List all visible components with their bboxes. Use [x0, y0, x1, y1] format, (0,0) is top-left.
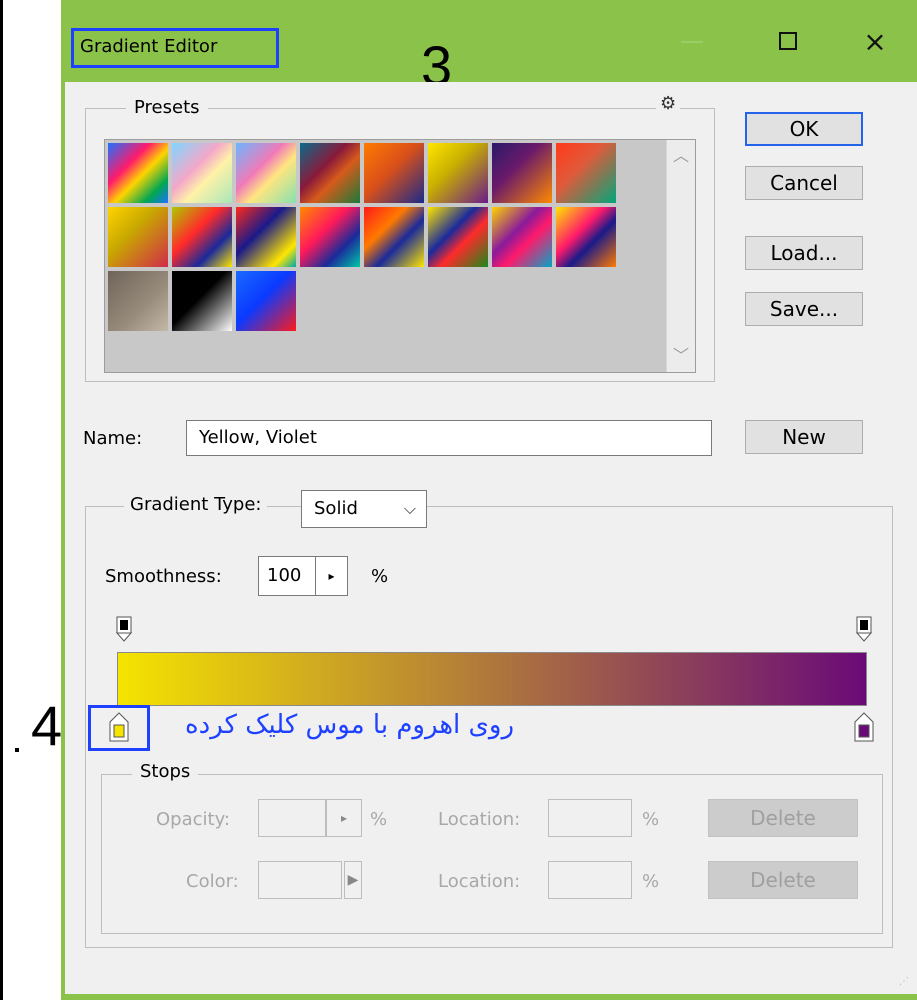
preset-swatch[interactable]: [235, 206, 297, 268]
gradient-preview-bar[interactable]: [117, 652, 867, 706]
presets-scrollbar[interactable]: ︿ ﹀: [666, 140, 695, 372]
load-button[interactable]: Load...: [745, 236, 863, 270]
swatch-grid: [107, 142, 667, 338]
presets-group: Presets ⚙ ︿ ﹀: [85, 93, 715, 382]
preset-swatch[interactable]: [491, 206, 553, 268]
preset-swatch[interactable]: [427, 206, 489, 268]
preset-swatch[interactable]: [171, 206, 233, 268]
smoothness-label: Smoothness:: [105, 566, 222, 587]
opacity-stop-right[interactable]: [856, 616, 872, 642]
gradient-type-select[interactable]: Solid ⌵: [301, 490, 427, 528]
opacity-delete-button[interactable]: Delete: [708, 799, 858, 837]
color-delete-button[interactable]: Delete: [708, 861, 858, 899]
preset-swatch[interactable]: [299, 142, 361, 204]
cancel-button[interactable]: Cancel: [745, 166, 863, 200]
chevron-down-icon[interactable]: ﹀: [667, 342, 695, 370]
preset-swatch[interactable]: [491, 142, 553, 204]
color-location-unit: %: [642, 871, 660, 892]
chevron-down-icon: ⌵: [403, 499, 416, 518]
color-label: Color:: [186, 871, 239, 892]
smoothness-slider-arrow[interactable]: ▸: [316, 556, 348, 596]
preset-swatch[interactable]: [235, 270, 297, 332]
opacity-label: Opacity:: [156, 809, 230, 830]
color-location-input[interactable]: [548, 861, 632, 899]
resize-grip[interactable]: ⋰: [899, 976, 913, 990]
preset-swatch[interactable]: [555, 206, 617, 268]
dialog-body: Presets ⚙ ︿ ﹀ OK Cancel Load... Save... …: [15, 82, 917, 994]
color-stop-right[interactable]: [854, 712, 874, 742]
title-bar[interactable]: Gradient Editor 3 ×: [61, 0, 917, 99]
ok-button[interactable]: OK: [745, 112, 863, 146]
name-label: Name:: [83, 428, 143, 449]
gradient-type-label: Gradient Type:: [124, 485, 268, 525]
stops-group: Stops Opacity: ▸ % Location: % Delete Co…: [101, 761, 883, 934]
presets-list: ︿ ﹀: [104, 139, 696, 373]
opacity-location-input[interactable]: [548, 799, 632, 837]
preset-swatch[interactable]: [171, 142, 233, 204]
maximize-button[interactable]: [769, 22, 809, 62]
color-location-label: Location:: [438, 871, 521, 892]
preset-swatch[interactable]: [107, 142, 169, 204]
annotation-dot-4: [15, 748, 19, 752]
save-button[interactable]: Save...: [745, 292, 863, 326]
opacity-unit: %: [370, 809, 388, 830]
gradient-editor-window: Gradient Editor 3 × Presets ⚙ ︿ ﹀ OK Can…: [15, 0, 917, 1000]
opacity-location-unit: %: [642, 809, 660, 830]
minimize-button[interactable]: [675, 24, 711, 60]
name-input[interactable]: Yellow, Violet: [186, 420, 712, 456]
preset-swatch[interactable]: [107, 206, 169, 268]
gradient-type-value: Solid: [314, 498, 358, 519]
screen-edge: [0, 0, 3, 1000]
preset-swatch[interactable]: [427, 142, 489, 204]
chevron-up-icon[interactable]: ︿: [667, 142, 695, 170]
opacity-location-label: Location:: [438, 809, 521, 830]
preset-swatch[interactable]: [235, 142, 297, 204]
close-button[interactable]: ×: [855, 22, 895, 62]
annotation-step-4: 4: [31, 694, 63, 757]
preset-swatch[interactable]: [107, 270, 169, 332]
smoothness-input[interactable]: 100: [258, 556, 316, 596]
presets-title: Presets: [126, 97, 208, 118]
color-arrow[interactable]: ▶: [344, 861, 362, 899]
color-stop-left[interactable]: [109, 712, 129, 742]
smoothness-unit: %: [371, 566, 389, 587]
gear-icon[interactable]: ⚙: [656, 93, 681, 114]
color-swatch-field[interactable]: [258, 861, 342, 899]
preset-swatch[interactable]: [555, 142, 617, 204]
preset-swatch[interactable]: [299, 206, 361, 268]
opacity-stop-left[interactable]: [116, 616, 132, 642]
preset-swatch[interactable]: [171, 270, 233, 332]
stops-title: Stops: [132, 761, 199, 782]
new-button[interactable]: New: [745, 420, 863, 454]
preset-swatch[interactable]: [363, 206, 425, 268]
opacity-input[interactable]: [258, 799, 326, 837]
window-title: Gradient Editor: [71, 28, 279, 68]
opacity-arrow[interactable]: ▸: [326, 799, 362, 837]
annotation-note: روی اهروم با موس کلیک کرده: [185, 710, 514, 740]
preset-swatch[interactable]: [363, 142, 425, 204]
